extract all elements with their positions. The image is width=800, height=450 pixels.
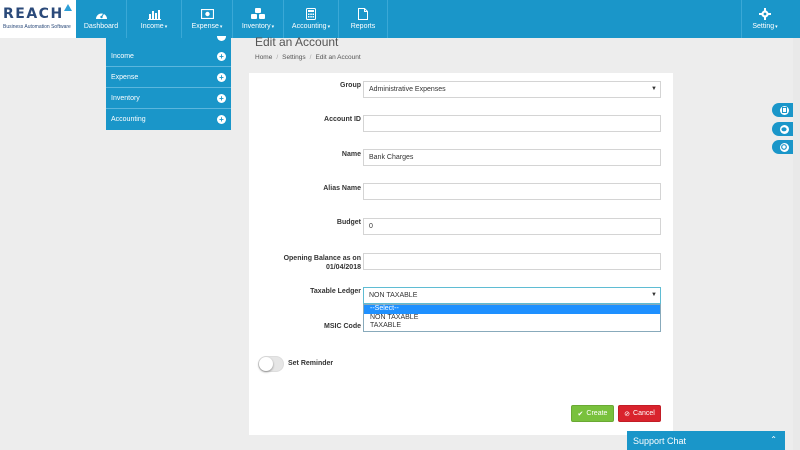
sidebar-item-label: Income xyxy=(111,52,134,60)
breadcrumb-separator: / xyxy=(309,54,312,61)
taxable-ledger-dropdown: --Select-- NON TAXABLE TAXABLE xyxy=(363,304,661,332)
nav-inventory-label: Inventory xyxy=(241,23,271,30)
nav-expense[interactable]: Expense▾ xyxy=(182,0,232,38)
budget-label: Budget xyxy=(336,219,361,226)
nav-setting[interactable]: Setting▾ xyxy=(742,0,788,38)
breadcrumb-separator: / xyxy=(276,54,279,61)
cubes-icon xyxy=(251,8,265,20)
name-label: Name xyxy=(341,151,361,158)
cancel-button-label: Cancel xyxy=(633,410,655,417)
breadcrumb-home[interactable]: Home xyxy=(255,54,272,61)
chevron-down-icon: ▾ xyxy=(327,24,331,30)
sidebar-item-label: Accounting xyxy=(111,116,146,123)
msic-code-label: MSIC Code xyxy=(324,323,361,330)
create-button-label: Create xyxy=(586,410,608,417)
support-chat-bar[interactable]: Support Chat ⌃ xyxy=(627,431,785,450)
caret-down-icon: ▼ xyxy=(651,292,657,298)
money-icon xyxy=(200,8,214,20)
logo-triangle-icon xyxy=(64,4,72,11)
nav-setting-label: Setting xyxy=(752,23,775,30)
sidebar-item-expense[interactable]: Expense + xyxy=(106,67,231,88)
alias-name-label: Alias Name xyxy=(323,185,361,192)
chevron-down-icon: ▾ xyxy=(775,24,778,30)
breadcrumb-settings[interactable]: Settings xyxy=(282,54,306,61)
dropdown-option[interactable]: NON TAXABLE xyxy=(364,314,660,323)
plus-circle-icon: + xyxy=(217,115,226,124)
nav-income[interactable]: Income▾ xyxy=(127,0,181,38)
sidebar-menu: Income + Expense + Inventory + Accountin… xyxy=(106,36,231,130)
brand-logo[interactable]: REACH Business Automation Software xyxy=(0,0,76,38)
plus-circle-icon: + xyxy=(217,94,226,103)
breadcrumb-current: Edit an Account xyxy=(315,54,361,61)
file-icon xyxy=(356,8,370,20)
check-icon: ✔ xyxy=(577,410,584,418)
toggle-knob xyxy=(259,357,273,371)
sidebar-item-partial[interactable] xyxy=(106,36,231,46)
page-scrollbar[interactable] xyxy=(793,38,800,450)
account-id-label: Account ID xyxy=(324,116,361,123)
nav-expense-label: Expense xyxy=(191,23,219,30)
opening-balance-label-line2: 01/04/2018 xyxy=(325,264,361,271)
dropdown-option[interactable]: --Select-- xyxy=(364,305,660,314)
chevron-down-icon: ▾ xyxy=(219,24,223,30)
nav-dashboard[interactable]: Dashboard xyxy=(76,0,126,38)
help-circle-icon xyxy=(779,142,789,152)
sidebar-item-label: Expense xyxy=(111,73,139,81)
nav-reports-label: Reports xyxy=(350,23,376,30)
create-button[interactable]: ✔ Create xyxy=(571,405,614,422)
brand-wordmark: REACH xyxy=(3,6,64,22)
chevron-up-icon: ⌃ xyxy=(770,435,777,444)
chevron-down-icon: ▾ xyxy=(271,24,275,30)
cancel-button[interactable]: ⊘ Cancel xyxy=(618,405,661,422)
taxable-ledger-label: Taxable Ledger xyxy=(310,288,361,295)
reminder-toggle[interactable] xyxy=(258,356,284,372)
comment-icon xyxy=(779,124,789,134)
nav-dashboard-label: Dashboard xyxy=(83,23,119,30)
budget-input[interactable]: 0 xyxy=(363,218,661,235)
taxable-ledger-select[interactable]: NON TAXABLE ▼ xyxy=(363,287,661,304)
gear-icon xyxy=(758,8,772,20)
opening-balance-input[interactable] xyxy=(363,253,661,270)
dashboard-icon xyxy=(94,8,108,20)
opening-balance-label: Opening Balance as on 01/04/2018 xyxy=(249,254,361,272)
brand-tagline: Business Automation Software xyxy=(3,24,71,30)
nav-inventory[interactable]: Inventory▾ xyxy=(233,0,283,38)
account-id-input[interactable] xyxy=(363,115,661,132)
plus-circle-icon: + xyxy=(217,73,226,82)
nav-accounting-label: Accounting xyxy=(291,23,327,30)
ban-icon: ⊘ xyxy=(624,410,631,418)
support-chat-label: Support Chat xyxy=(633,435,687,446)
sidebar-item-inventory[interactable]: Inventory + xyxy=(106,88,231,109)
note-icon xyxy=(779,105,789,115)
group-label: Group xyxy=(340,82,361,89)
sidebar-item-label: Inventory xyxy=(111,94,140,102)
reminder-label: Set Reminder xyxy=(288,360,334,367)
nav-reports[interactable]: Reports xyxy=(339,0,387,38)
plus-circle-icon: + xyxy=(217,52,226,61)
group-select[interactable]: Administrative Expenses ▼ xyxy=(363,81,661,98)
nav-income-label: Income xyxy=(140,23,164,30)
dropdown-option[interactable]: TAXABLE xyxy=(364,322,660,331)
calculator-icon xyxy=(304,8,318,20)
opening-balance-label-line1: Opening Balance as on xyxy=(283,255,361,262)
alias-name-input[interactable] xyxy=(363,183,661,200)
nav-divider xyxy=(387,0,388,38)
name-input[interactable]: Bank Charges xyxy=(363,149,661,166)
chevron-down-icon: ▾ xyxy=(164,24,168,30)
group-select-value: Administrative Expenses xyxy=(369,86,446,93)
caret-down-icon: ▼ xyxy=(651,86,657,92)
page-title: Edit an Account xyxy=(255,35,339,49)
breadcrumb: Home / Settings / Edit an Account xyxy=(255,54,361,61)
top-navbar: REACH Business Automation Software Dashb… xyxy=(0,0,800,38)
nav-accounting[interactable]: Accounting▾ xyxy=(284,0,338,38)
bar-chart-icon xyxy=(147,8,161,20)
sidebar-item-accounting[interactable]: Accounting + xyxy=(106,109,231,130)
plus-circle-icon xyxy=(217,36,226,41)
sidebar-item-income[interactable]: Income + xyxy=(106,46,231,67)
taxable-ledger-value: NON TAXABLE xyxy=(369,292,418,299)
